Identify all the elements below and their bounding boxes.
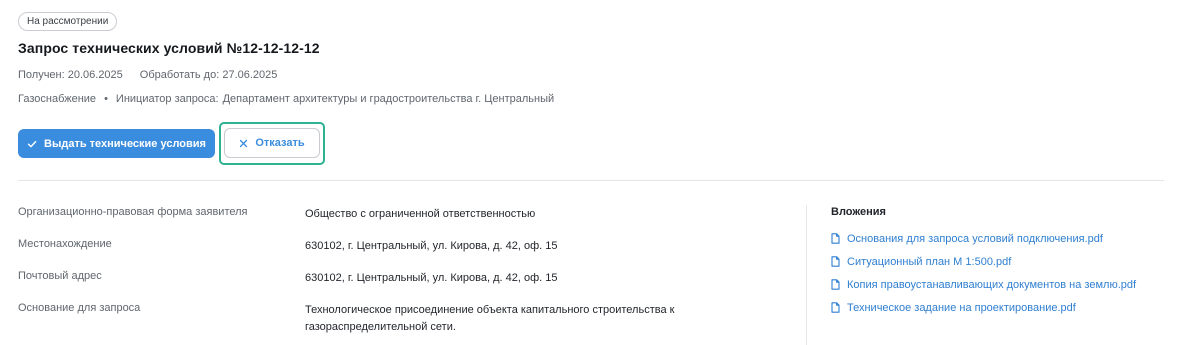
close-icon (240, 139, 248, 147)
detail-value: 630102, г. Центральный, ул. Кирова, д. 4… (305, 240, 558, 252)
attachment-name: Ситуационный план М 1:500.pdf (847, 255, 1012, 268)
attachment-link[interactable]: Копия правоустанавливающих документов на… (831, 273, 1136, 296)
initiator-value: Департамент архитектуры и градостроитель… (222, 93, 555, 105)
request-info-row: Газоснабжение • Инициатор запроса: Депар… (18, 93, 554, 105)
attachment-name: Основания для запроса условий подключени… (847, 232, 1103, 245)
file-icon (831, 233, 840, 244)
attachments-title: Вложения (831, 206, 886, 218)
check-icon (27, 140, 37, 147)
issue-conditions-button[interactable]: Выдать технические условия (18, 129, 215, 158)
received-date: Получен: 20.06.2025 (18, 69, 123, 81)
file-icon (831, 279, 840, 290)
dates-row: Получен: 20.06.2025 Обработать до: 27.06… (18, 69, 277, 81)
attachment-link[interactable]: Основания для запроса условий подключени… (831, 227, 1136, 250)
detail-value: Технологическое присоединение объекта ка… (305, 304, 675, 333)
detail-label: Основание для запроса (18, 302, 141, 314)
section-divider (18, 180, 1164, 181)
file-icon (831, 302, 840, 313)
initiator-label: Инициатор запроса: (115, 93, 219, 105)
detail-label: Местонахождение (18, 238, 112, 250)
column-divider (806, 205, 807, 345)
status-badge: На рассмотрении (18, 12, 118, 31)
attachment-name: Копия правоустанавливающих документов на… (847, 278, 1137, 291)
attachments-panel: Вложения Основания для запроса условий п… (831, 206, 1136, 319)
file-icon (831, 256, 840, 267)
attachment-link[interactable]: Ситуационный план М 1:500.pdf (831, 250, 1136, 273)
category: Газоснабжение (18, 93, 97, 105)
detail-label: Организационно-правовая форма заявителя (18, 206, 248, 218)
page-title: Запрос технических условий №12-12-12-12 (18, 40, 320, 56)
attachment-name: Техническое задание на проектирование.pd… (847, 301, 1076, 314)
detail-value: Общество с ограниченной ответственностью (305, 208, 536, 220)
reject-button[interactable]: Отказать (224, 128, 320, 158)
deadline-date: Обработать до: 27.06.2025 (139, 69, 278, 81)
attachment-link[interactable]: Техническое задание на проектирование.pd… (831, 296, 1136, 319)
separator-dot: • (104, 93, 108, 105)
issue-conditions-label: Выдать технические условия (44, 137, 206, 150)
detail-value: 630102, г. Центральный, ул. Кирова, д. 4… (305, 272, 558, 284)
reject-label: Отказать (255, 137, 305, 149)
detail-label: Почтовый адрес (18, 270, 102, 282)
